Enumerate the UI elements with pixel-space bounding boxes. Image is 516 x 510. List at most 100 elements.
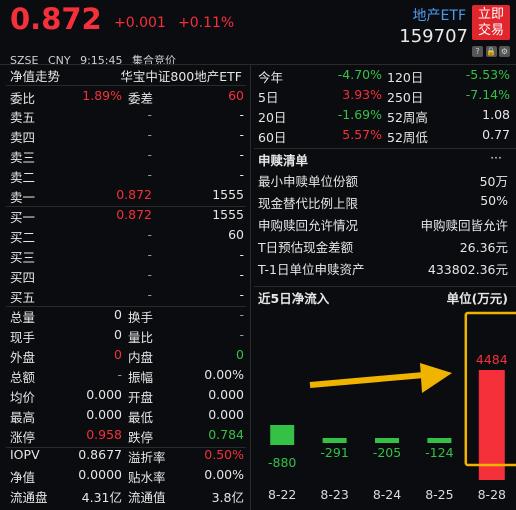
stat-label: 均价 (10, 390, 36, 405)
stat-label: 最低 (128, 410, 154, 425)
flow-category-label: 8-25 (425, 487, 453, 502)
orderbook-volume: - (239, 267, 244, 282)
flow-bar-value: -124 (425, 445, 453, 460)
orderbook-volume: - (239, 127, 244, 142)
flow-chart: -880 8-22 -291 8-23 -205 8-24 -124 8-25 4484 8-28 (268, 311, 516, 502)
stat-value: 0 (114, 347, 122, 362)
stat-value: 0.8677 (78, 447, 122, 462)
stat-label: 现手 (10, 330, 36, 345)
perf-value: -4.70% (337, 67, 382, 82)
perf-value: -5.53% (465, 67, 510, 82)
stat-value: 0 (114, 327, 122, 342)
stat-label: 总额 (10, 370, 36, 385)
subscribe-label: 最小申赎单位份额 (258, 174, 359, 189)
stat-value: 0.958 (86, 427, 122, 442)
weicha-value: 60 (228, 88, 244, 103)
flow-category-label: 8-23 (320, 487, 348, 502)
stat-label: 涨停 (10, 430, 36, 445)
orderbook-price: - (147, 107, 152, 122)
stat-value: 0 (236, 347, 244, 362)
nav-title[interactable]: 净值走势 (10, 66, 60, 85)
stat-value: - (239, 327, 244, 342)
orderbook-price: 0.872 (116, 207, 152, 222)
stat-label: 总量 (10, 310, 36, 325)
subscribe-value: 50% (480, 193, 508, 208)
perf-value: 1.08 (482, 107, 510, 122)
share-icon[interactable]: ? (472, 46, 483, 57)
perf-value: 5.57% (342, 127, 382, 142)
orderbook-price: - (147, 267, 152, 282)
stat-value: 0.000 (86, 387, 122, 402)
stat-value: 0.000 (86, 407, 122, 422)
orderbook-label: 买一 (10, 210, 36, 225)
trade-button-label: 立即交易 (478, 7, 505, 38)
flow-bar (375, 438, 399, 443)
lock-icon[interactable]: 🔒 (485, 46, 497, 57)
stat-label: 跌停 (128, 430, 154, 445)
flow-bar-value: 4484 (476, 352, 508, 367)
subscribe-label: T日预估现金差额 (258, 240, 354, 255)
stat-value: 0.00% (204, 367, 244, 382)
price-change-pct: +0.11% (178, 15, 235, 31)
subscribe-value: 50万 (479, 174, 508, 189)
flow-bar (478, 370, 505, 480)
weibi-value: 1.89% (82, 88, 122, 103)
price-change: +0.001 (114, 15, 166, 31)
flow-category-label: 8-28 (478, 487, 506, 502)
orderbook-volume: - (239, 107, 244, 122)
stat-label: 流通盘 (10, 490, 48, 505)
weicha-label: 委差 (128, 91, 154, 106)
stat-label: 外盘 (10, 350, 36, 365)
orderbook-price: - (147, 287, 152, 302)
stat-label: 开盘 (128, 390, 154, 405)
stat-value: 3.8亿 (211, 490, 244, 505)
perf-label: 今年 (258, 70, 284, 85)
current-price: 0.872 (10, 2, 102, 36)
orderbook-label: 买二 (10, 230, 36, 245)
time: 9:15:45 (80, 54, 123, 67)
fund-name: 华宝中证800地产ETF (120, 69, 242, 84)
etf-code: 159707 (399, 26, 468, 47)
stat-label: 贴水率 (128, 470, 166, 485)
subscribe-value: 申购赎回皆允许 (420, 218, 508, 233)
orderbook-label: 买四 (10, 270, 36, 285)
orderbook-price: - (147, 127, 152, 142)
weibi-label: 委比 (10, 91, 36, 106)
orderbook-label: 卖一 (10, 190, 36, 205)
stat-label: 最高 (10, 410, 36, 425)
flow-bar (322, 438, 347, 443)
arrow-head (420, 363, 452, 393)
perf-label: 52周低 (387, 130, 428, 145)
stat-value: - (117, 367, 122, 382)
orderbook-price: - (147, 227, 152, 242)
orderbook-label: 卖三 (10, 150, 36, 165)
orderbook-volume: - (239, 167, 244, 182)
more-icon[interactable]: ··· (490, 150, 502, 165)
flow-bar (427, 438, 452, 443)
orderbook-volume: - (239, 147, 244, 162)
stat-label: 溢折率 (128, 450, 166, 465)
stat-label: 流通值 (128, 490, 166, 505)
flow-category-label: 8-22 (268, 487, 296, 502)
trade-button[interactable]: 立即交易 (472, 5, 510, 40)
perf-label: 5日 (258, 90, 279, 105)
subscribe-value: 433802.36元 (427, 262, 508, 277)
stat-value: 0 (114, 307, 122, 322)
perf-value: -1.69% (337, 107, 382, 122)
etf-name: 地产ETF (412, 8, 466, 24)
flow-bar (270, 425, 295, 445)
arrow-shaft (309, 372, 425, 388)
orderbook-volume: 1555 (212, 187, 244, 202)
orderbook-price: 0.872 (116, 187, 152, 202)
orderbook-price: - (147, 147, 152, 162)
stat-label: IOPV (10, 447, 40, 462)
stat-label: 量比 (128, 330, 154, 345)
settings-icon[interactable]: ⚙ (499, 46, 510, 57)
orderbook-price: - (147, 247, 152, 262)
subscribe-value: 26.36元 (459, 240, 508, 255)
perf-value: 0.77 (482, 127, 510, 142)
stat-value: 0.000 (208, 407, 244, 422)
perf-label: 120日 (387, 70, 424, 85)
flow-category-label: 8-24 (373, 487, 401, 502)
flow-bar-value: -205 (373, 445, 401, 460)
